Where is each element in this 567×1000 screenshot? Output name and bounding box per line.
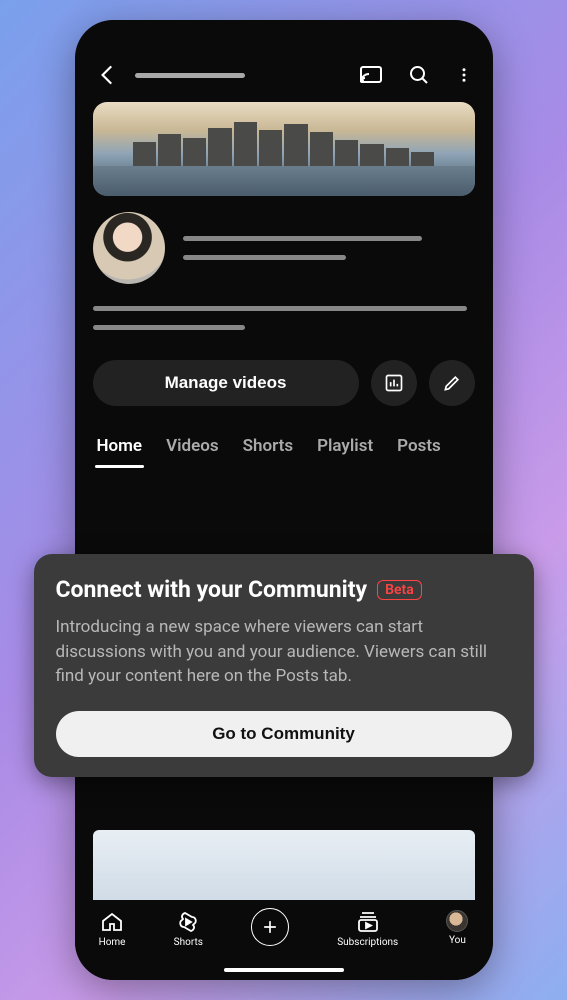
home-indicator xyxy=(224,968,344,972)
channel-content: Manage videos Home Videos Shorts Playlis… xyxy=(75,102,493,468)
profile-row xyxy=(93,212,475,284)
nav-home[interactable]: Home xyxy=(99,910,126,948)
nav-you-label: You xyxy=(449,935,466,946)
promo-description: Introducing a new space where viewers ca… xyxy=(56,615,512,689)
tab-home[interactable]: Home xyxy=(95,428,155,468)
promo-title: Connect with your Community xyxy=(56,576,368,603)
subscriptions-icon xyxy=(356,910,380,934)
tab-shorts[interactable]: Shorts xyxy=(231,428,305,468)
back-icon[interactable] xyxy=(95,62,121,88)
more-icon[interactable] xyxy=(455,63,473,87)
phone-frame: Manage videos Home Videos Shorts Playlis… xyxy=(75,20,493,980)
action-row: Manage videos xyxy=(93,360,475,406)
pencil-icon xyxy=(442,373,462,393)
search-icon[interactable] xyxy=(407,63,431,87)
analytics-button[interactable] xyxy=(371,360,417,406)
channel-banner[interactable] xyxy=(93,102,475,196)
cast-icon[interactable] xyxy=(359,63,383,87)
go-to-community-button[interactable]: Go to Community xyxy=(56,711,512,757)
edit-button[interactable] xyxy=(429,360,475,406)
nav-shorts[interactable]: Shorts xyxy=(174,910,203,948)
avatar[interactable] xyxy=(93,212,165,284)
top-app-bar xyxy=(75,20,493,102)
beta-badge: Beta xyxy=(377,580,422,600)
tab-playlist[interactable]: Playlist xyxy=(305,428,385,468)
nav-you[interactable]: You xyxy=(446,910,468,946)
description-placeholder xyxy=(93,306,475,330)
nav-shorts-label: Shorts xyxy=(174,937,203,948)
plus-icon xyxy=(251,908,289,946)
manage-videos-button[interactable]: Manage videos xyxy=(93,360,359,406)
nav-subscriptions-label: Subscriptions xyxy=(337,937,398,948)
community-promo-card: Connect with your Community Beta Introdu… xyxy=(34,554,534,777)
nav-home-label: Home xyxy=(99,937,126,948)
nav-subscriptions[interactable]: Subscriptions xyxy=(337,910,398,948)
tab-videos[interactable]: Videos xyxy=(154,428,231,468)
title-placeholder xyxy=(135,73,245,78)
you-avatar-icon xyxy=(446,910,468,932)
home-icon xyxy=(100,910,124,934)
analytics-icon xyxy=(384,373,404,393)
tab-posts[interactable]: Posts xyxy=(385,428,453,468)
shorts-icon xyxy=(176,910,200,934)
video-thumbnail[interactable] xyxy=(93,830,475,910)
channel-tabs: Home Videos Shorts Playlist Posts xyxy=(93,428,475,468)
profile-text-placeholder xyxy=(183,212,475,284)
nav-create[interactable] xyxy=(251,910,289,946)
